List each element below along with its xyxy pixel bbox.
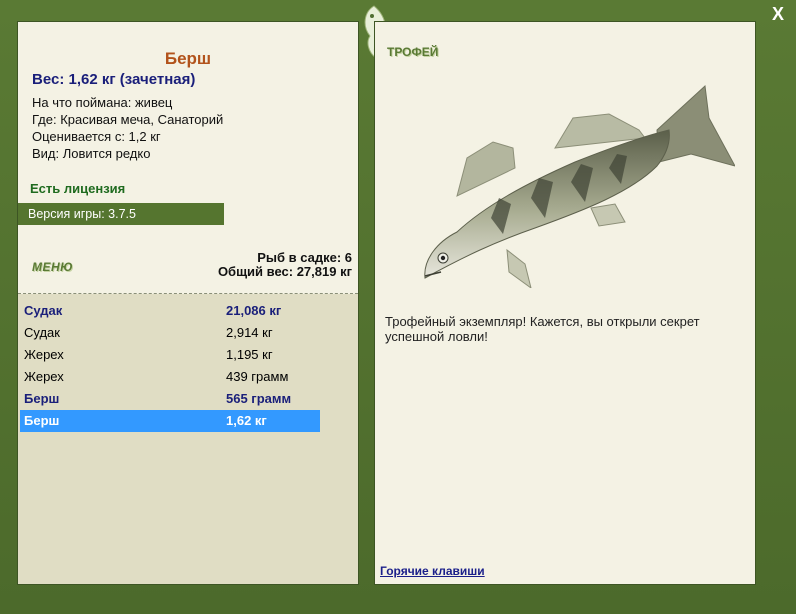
list-item[interactable]: Берш 565 грамм — [20, 388, 320, 410]
catch-list: Судак 21,086 кг Судак 2,914 кг Жерех 1,1… — [18, 294, 358, 584]
menu-label[interactable]: МЕНЮ — [32, 260, 73, 274]
list-item-name: Жерех — [24, 369, 64, 384]
list-item-weight: 439 грамм — [226, 369, 289, 384]
list-item-name: Берш — [24, 413, 60, 428]
fish-name: Берш — [164, 49, 212, 68]
list-item-weight: 565 грамм — [226, 391, 292, 406]
list-item[interactable]: Жерех 439 грамм — [20, 366, 320, 388]
trophy-description: Трофейный экземпляр! Кажется, вы открыли… — [385, 314, 700, 344]
cage-stats: Рыб в садке: 6 Общий вес: 27,819 кг — [218, 251, 352, 279]
list-item-name: Берш — [24, 391, 60, 406]
fish-image — [424, 84, 735, 288]
game-version: Версия игры: 3.7.5 — [18, 203, 224, 225]
close-icon[interactable]: X — [768, 4, 788, 24]
list-item-selected[interactable]: Берш 1,62 кг — [20, 410, 320, 432]
fish-details: На что поймана: живец Где: Красивая меча… — [32, 94, 223, 162]
cage-count: Рыб в садке: 6 — [257, 250, 352, 265]
hotkeys-link[interactable]: Горячие клавиши — [380, 564, 485, 578]
trophy-panel: ТРОФЕЙ Трофейный экземпляр! Кажется, вы … — [374, 21, 756, 585]
trophy-label: ТРОФЕЙ — [387, 45, 439, 59]
list-item[interactable]: Судак 2,914 кг — [20, 322, 320, 344]
valued-line: Оценивается с: 1,2 кг — [32, 129, 161, 144]
list-item-weight: 21,086 кг — [226, 303, 282, 318]
location-line: Где: Красивая меча, Санаторий — [32, 112, 224, 127]
list-item-name: Судак — [24, 325, 60, 340]
list-item[interactable]: Жерех 1,195 кг — [20, 344, 320, 366]
list-item-weight: 1,195 кг — [226, 347, 273, 362]
species-line: Вид: Ловится редко — [32, 146, 151, 161]
list-item[interactable]: Судак 21,086 кг — [20, 300, 320, 322]
bait-line: На что поймана: живец — [32, 95, 173, 110]
fish-weight: Вес: 1,62 кг (зачетная) — [32, 71, 196, 88]
list-item-weight: 2,914 кг — [226, 325, 273, 340]
fish-info-panel: Берш Вес: 1,62 кг (зачетная) На что пойм… — [17, 21, 359, 585]
license-status: Есть лицензия — [30, 181, 126, 196]
cage-total-weight: Общий вес: 27,819 кг — [217, 264, 352, 279]
list-item-name: Судак — [24, 303, 63, 318]
list-item-weight: 1,62 кг — [226, 413, 267, 428]
list-item-name: Жерех — [24, 347, 64, 362]
